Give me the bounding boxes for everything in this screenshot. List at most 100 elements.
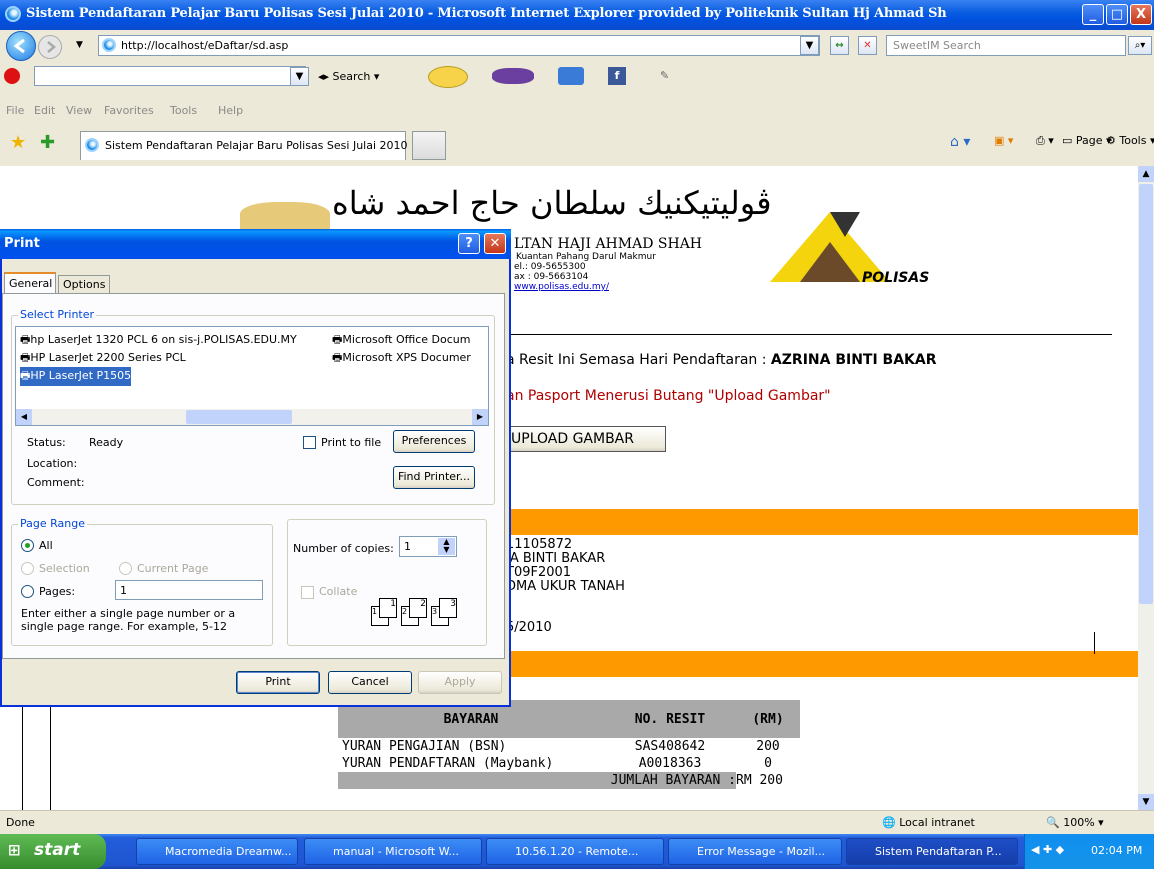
system-tray: ◀ ✚ ◆ 02:04 PM xyxy=(1024,834,1154,869)
sweetim-icon[interactable] xyxy=(4,68,20,84)
taskbar-item[interactable]: Error Message - Mozil... xyxy=(668,838,842,865)
address-dropdown-icon[interactable]: ▼ xyxy=(800,36,819,55)
search-input[interactable]: SweetIM Search xyxy=(886,35,1126,56)
taskbar-item-active[interactable]: Sistem Pendaftaran P... xyxy=(846,838,1018,865)
page-menu[interactable]: ▭ Page ▾ xyxy=(1062,134,1112,147)
print-button[interactable]: Print xyxy=(236,671,320,694)
new-tab-button[interactable] xyxy=(412,131,446,160)
tab-options[interactable]: Options xyxy=(58,275,110,294)
minimize-button[interactable]: _ xyxy=(1082,4,1104,25)
upload-photo-button[interactable]: UPLOAD GAMBAR xyxy=(506,426,666,452)
address-row: ▼ http://localhost/eDaftar/sd.asp ▼ ↔ ✕ … xyxy=(0,30,1154,62)
menu-help[interactable]: Help xyxy=(218,104,243,117)
spin-icon[interactable]: ▲ ▼ xyxy=(438,538,455,555)
copies-label: Number of copies: xyxy=(293,542,394,555)
winks-icon[interactable] xyxy=(558,67,584,85)
payment-table: BAYARAN NO. RESIT (RM) YURAN PENGAJIAN (… xyxy=(338,700,800,789)
find-printer-button[interactable]: Find Printer... xyxy=(393,466,475,489)
pages-input[interactable]: 1 xyxy=(115,580,263,600)
facebook-icon[interactable]: f xyxy=(608,67,626,85)
emoticon-icon[interactable] xyxy=(492,68,534,84)
taskbar-item[interactable]: Macromedia Dreamw... xyxy=(136,838,298,865)
scroll-left-icon[interactable]: ◀ xyxy=(16,409,32,425)
range-pages-radio[interactable] xyxy=(21,585,34,598)
frame-line xyxy=(1094,632,1095,654)
taskbar-item[interactable]: manual - Microsoft W... xyxy=(304,838,482,865)
printer-list-hscroll[interactable]: ◀ ▶ xyxy=(16,409,488,425)
refresh-icon[interactable]: ↔ xyxy=(830,36,849,55)
collate-checkbox[interactable] xyxy=(301,586,314,599)
scroll-thumb[interactable] xyxy=(1139,184,1153,604)
maximize-button[interactable]: □ xyxy=(1106,4,1128,25)
address-bar[interactable]: http://localhost/eDaftar/sd.asp xyxy=(98,35,820,56)
apply-button[interactable]: Apply xyxy=(418,671,502,694)
print-to-file-checkbox[interactable] xyxy=(303,436,316,449)
collate-label: Collate xyxy=(319,585,358,598)
website-link[interactable]: www.polisas.edu.my/ xyxy=(514,282,609,292)
printer-item[interactable]: 🖶hp LaserJet 1320 PCL 6 on sis-j.POLISAS… xyxy=(20,331,297,350)
address-url: http://localhost/eDaftar/sd.asp xyxy=(121,39,289,52)
feeds-icon[interactable]: ▣ ▾ xyxy=(994,134,1013,147)
start-button[interactable]: ⊞ start xyxy=(0,834,106,869)
taskbar-item[interactable]: 10.56.1.20 - Remote... xyxy=(486,838,664,865)
tab-general[interactable]: General xyxy=(4,272,56,294)
status-label: Status: xyxy=(27,436,66,449)
institution-address: Kuantan Pahang Darul Makmur xyxy=(516,252,656,262)
range-current-radio[interactable] xyxy=(119,562,132,575)
scroll-up-icon[interactable]: ▲ xyxy=(1138,166,1154,182)
search-go-icon[interactable]: ⌕▾ xyxy=(1128,36,1152,55)
toolbar-search-field[interactable] xyxy=(34,66,306,86)
printer-item[interactable]: 🖶HP LaserJet 2200 Series PCL xyxy=(20,349,186,368)
hscroll-thumb[interactable] xyxy=(186,410,292,424)
add-favorite-icon[interactable]: ✚ xyxy=(40,132,55,153)
range-selection-radio[interactable] xyxy=(21,562,34,575)
print-dialog-titlebar[interactable]: Print ? ✕ xyxy=(0,229,511,259)
stop-icon[interactable]: ✕ xyxy=(858,36,877,55)
favorites-star-icon[interactable]: ★ xyxy=(10,132,26,153)
recent-pages-dropdown-icon[interactable]: ▼ xyxy=(76,40,83,50)
close-button[interactable]: X xyxy=(1130,4,1152,25)
help-button[interactable]: ? xyxy=(458,233,480,254)
forward-arrow-icon xyxy=(47,41,56,53)
general-tab-panel: Select Printer 🖶hp LaserJet 1320 PCL 6 o… xyxy=(2,293,505,659)
smiley-icon[interactable] xyxy=(428,66,468,88)
tab-active[interactable]: Sistem Pendaftaran Pelajar Baru Polisas … xyxy=(80,131,408,160)
toolbar-search-button[interactable]: ◂▸ Search ▾ xyxy=(318,70,379,83)
menu-tools[interactable]: Tools xyxy=(170,104,197,117)
dialog-close-button[interactable]: ✕ xyxy=(484,233,506,254)
taskbar: ⊞ start Macromedia Dreamw... manual - Mi… xyxy=(0,834,1154,869)
home-icon[interactable]: ⌂ ▾ xyxy=(950,134,970,150)
copies-group xyxy=(287,519,487,646)
windows-logo-icon: ⊞ xyxy=(8,841,21,859)
copies-stepper[interactable]: 1 ▲ ▼ xyxy=(399,536,457,557)
pencil-icon[interactable]: ✎ xyxy=(660,69,669,82)
toolbar-dropdown-icon[interactable]: ▼ xyxy=(290,67,309,86)
menu-edit[interactable]: Edit xyxy=(34,104,55,117)
back-arrow-icon xyxy=(13,38,25,54)
preferences-button[interactable]: Preferences xyxy=(393,430,475,453)
menu-favorites[interactable]: Favorites xyxy=(104,104,154,117)
cancel-button[interactable]: Cancel xyxy=(328,671,412,694)
range-all-radio[interactable] xyxy=(21,539,34,552)
location-label: Location: xyxy=(27,457,78,470)
printer-item-selected[interactable]: 🖶HP LaserJet P1505 xyxy=(20,367,132,386)
zoom-level[interactable]: 🔍 100% ▾ xyxy=(1046,816,1104,829)
menu-view[interactable]: View xyxy=(66,104,92,117)
tools-menu[interactable]: ⚙ Tools ▾ xyxy=(1106,134,1154,147)
scroll-right-icon[interactable]: ▶ xyxy=(472,409,488,425)
resit-instruction: a Resit Ini Semasa Hari Pendaftaran : AZ… xyxy=(506,352,937,368)
menu-file[interactable]: File xyxy=(6,104,24,117)
printer-item[interactable]: 🖶Microsoft Office Docum xyxy=(332,331,471,350)
back-button[interactable] xyxy=(6,31,36,61)
scroll-down-icon[interactable]: ▼ xyxy=(1138,794,1154,810)
forward-button[interactable] xyxy=(38,35,62,59)
vertical-scrollbar[interactable]: ▲ ▼ xyxy=(1138,166,1154,810)
status-text: Done xyxy=(6,816,35,829)
plugin-toolbar: ▼ ◂▸ Search ▾ f ✎ xyxy=(0,62,1154,98)
printer-item[interactable]: 🖶Microsoft XPS Documer xyxy=(332,349,471,368)
printer-list[interactable]: 🖶hp LaserJet 1320 PCL 6 on sis-j.POLISAS… xyxy=(15,326,489,426)
print-toolbar-icon[interactable]: ⎙ ▾ xyxy=(1036,134,1054,148)
tray-icons[interactable]: ◀ ✚ ◆ xyxy=(1031,843,1064,856)
window-titlebar[interactable]: Sistem Pendaftaran Pelajar Baru Polisas … xyxy=(0,0,1154,30)
print-to-file-label: Print to file xyxy=(321,436,382,449)
